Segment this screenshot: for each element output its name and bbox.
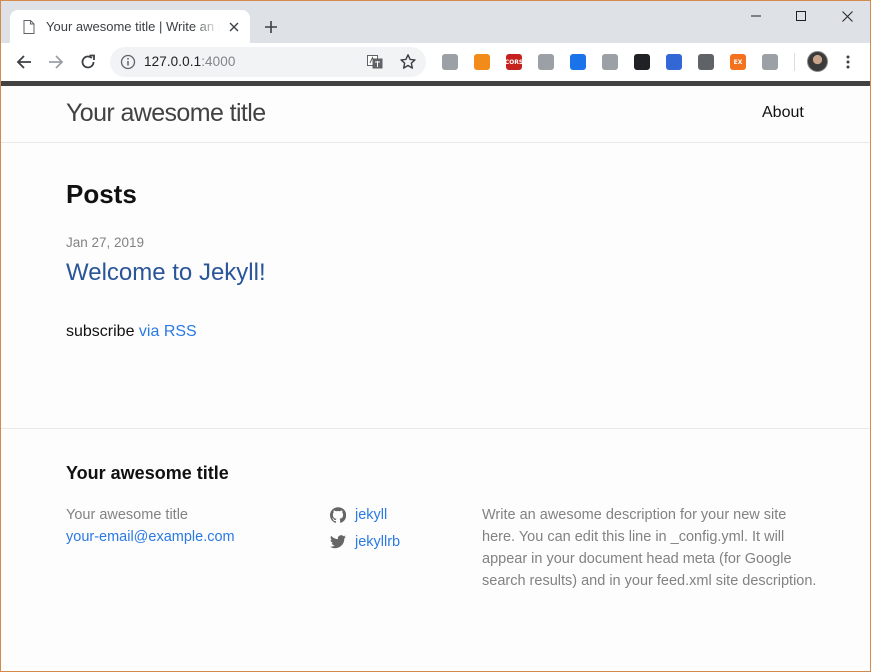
close-icon <box>841 10 853 22</box>
github-link[interactable]: jekyll <box>355 507 387 523</box>
mask-extension-icon[interactable] <box>634 54 650 70</box>
bookmark-star-icon[interactable] <box>399 53 417 71</box>
vue-extension-icon[interactable] <box>698 54 714 70</box>
minimize-icon <box>751 15 761 17</box>
browser-window: Your awesome title | Write an awesome de… <box>0 0 871 672</box>
twitter-link[interactable]: jekyllrb <box>355 534 400 550</box>
maximize-button[interactable] <box>778 1 824 31</box>
plus-icon <box>265 21 277 33</box>
globe-extension-icon[interactable] <box>442 54 458 70</box>
url-host: 127.0.0.1 <box>144 54 202 69</box>
arrow-right-icon <box>49 55 64 69</box>
cors-extension-icon[interactable]: CORS <box>504 54 524 70</box>
reload-icon <box>81 54 95 69</box>
github-icon <box>330 506 346 523</box>
footer-contact: Your awesome title your-email@example.co… <box>66 504 235 548</box>
info-icon[interactable] <box>120 54 136 70</box>
minimize-button[interactable] <box>733 1 779 31</box>
rss-link[interactable]: via RSS <box>139 323 197 340</box>
reload-button[interactable] <box>76 50 100 74</box>
link-extension-icon[interactable] <box>762 54 778 70</box>
site-header: Your awesome title About <box>1 86 870 143</box>
tab-title: Your awesome title | Write an awesome de… <box>46 19 220 34</box>
menu-kebab-icon[interactable] <box>840 54 856 70</box>
forward-button[interactable] <box>44 50 68 74</box>
post-title-link[interactable]: Welcome to Jekyll! <box>66 259 266 287</box>
earth-extension-icon[interactable] <box>666 54 682 70</box>
site-title-link[interactable]: Your awesome title <box>66 99 266 128</box>
twitter-row: jekyllrb <box>330 528 400 555</box>
toolbar-separator <box>794 53 795 71</box>
nav-about-link[interactable]: About <box>762 104 804 122</box>
footer-heading: Your awesome title <box>66 463 229 483</box>
url-port: :4000 <box>201 54 236 69</box>
translate-icon[interactable] <box>367 54 383 70</box>
footer-name: Your awesome title <box>66 507 188 523</box>
footer-email-link[interactable]: your-email@example.com <box>66 526 235 548</box>
profile-avatar[interactable] <box>807 51 828 72</box>
maximize-icon <box>796 11 806 21</box>
twitter-icon <box>330 534 346 548</box>
ex-extension-icon-label: EX <box>733 58 743 66</box>
document-icon <box>22 19 36 34</box>
subscribe-text: subscribe <box>66 323 139 340</box>
footer-description: Write an awesome description for your ne… <box>482 507 817 589</box>
subscribe-line: subscribe via RSS <box>66 323 197 341</box>
ex-extension-icon[interactable]: EX <box>730 54 746 70</box>
translate-extension-icon[interactable] <box>570 54 586 70</box>
cors-extension-icon-label: CORS <box>504 58 524 66</box>
browser-toolbar: 127.0.0.1:4000 CORS EX <box>1 43 870 81</box>
page-content: Your awesome title About Posts Jan 27, 2… <box>1 81 870 671</box>
back-button[interactable] <box>12 50 36 74</box>
close-window-button[interactable] <box>824 1 870 31</box>
github-row: jekyll <box>330 501 400 528</box>
social-links: jekyll jekyllrb <box>330 501 400 555</box>
browser-tab[interactable]: Your awesome title | Write an awesome de… <box>10 10 250 43</box>
close-tab-icon[interactable] <box>226 19 242 35</box>
arrow-left-icon <box>16 55 31 69</box>
url-text[interactable]: 127.0.0.1:4000 <box>144 54 236 69</box>
window-extension-icon[interactable] <box>602 54 618 70</box>
tab-strip: Your awesome title | Write an awesome de… <box>1 1 870 43</box>
new-tab-button[interactable] <box>260 16 282 38</box>
site-footer: Your awesome title Your awesome title yo… <box>1 428 870 671</box>
posts-heading: Posts <box>66 179 137 209</box>
layout-extension-icon[interactable] <box>538 54 554 70</box>
address-bar[interactable]: 127.0.0.1:4000 <box>110 47 426 77</box>
post-date: Jan 27, 2019 <box>66 235 145 250</box>
chart-extension-icon[interactable] <box>474 54 490 70</box>
